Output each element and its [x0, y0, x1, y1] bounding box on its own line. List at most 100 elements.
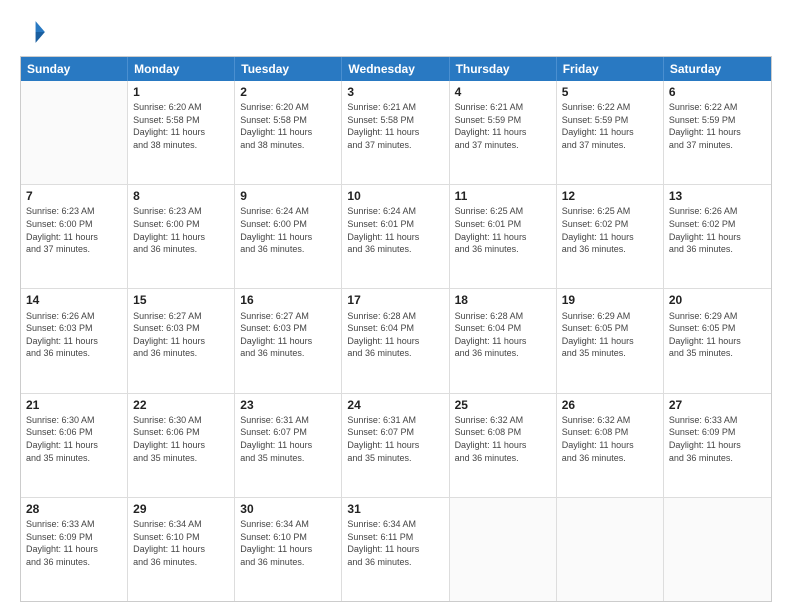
- cal-header-cell: Thursday: [450, 57, 557, 81]
- cell-info: Sunrise: 6:32 AM Sunset: 6:08 PM Dayligh…: [455, 414, 551, 464]
- cal-cell: 17 Sunrise: 6:28 AM Sunset: 6:04 PM Dayli…: [342, 289, 449, 392]
- day-number: 7: [26, 188, 122, 204]
- cell-info: Sunrise: 6:23 AM Sunset: 6:00 PM Dayligh…: [133, 205, 229, 255]
- cal-row: 28Sunrise: 6:33 AM Sunset: 6:09 PM Dayli…: [21, 498, 771, 601]
- cell-info: Sunrise: 6:22 AM Sunset: 5:59 PM Dayligh…: [669, 101, 766, 151]
- day-number: 4: [455, 84, 551, 100]
- cal-header-cell: Wednesday: [342, 57, 449, 81]
- day-number: 2: [240, 84, 336, 100]
- cell-info: Sunrise: 6:31 AM Sunset: 6:07 PM Dayligh…: [347, 414, 443, 464]
- cal-cell: [450, 498, 557, 601]
- day-number: 21: [26, 397, 122, 413]
- day-number: 9: [240, 188, 336, 204]
- cal-row: 7Sunrise: 6:23 AM Sunset: 6:00 PM Daylig…: [21, 185, 771, 289]
- cal-cell: 25Sunrise: 6:32 AM Sunset: 6:08 PM Dayli…: [450, 394, 557, 497]
- cal-cell: 15 Sunrise: 6:27 AM Sunset: 6:03 PM Dayli…: [128, 289, 235, 392]
- cell-info: Sunrise: 6:21 AM Sunset: 5:58 PM Dayligh…: [347, 101, 443, 151]
- cal-header-cell: Sunday: [21, 57, 128, 81]
- logo-icon: [20, 18, 48, 46]
- day-number: 18: [455, 292, 551, 308]
- cal-cell: 20 Sunrise: 6:29 AM Sunset: 6:05 PM Dayli…: [664, 289, 771, 392]
- cal-cell: 6Sunrise: 6:22 AM Sunset: 5:59 PM Daylig…: [664, 81, 771, 184]
- cell-info: Sunrise: 6:22 AM Sunset: 5:59 PM Dayligh…: [562, 101, 658, 151]
- logo: [20, 18, 52, 46]
- day-number: 3: [347, 84, 443, 100]
- cal-cell: [664, 498, 771, 601]
- day-number: 16: [240, 292, 336, 308]
- day-number: 19: [562, 292, 658, 308]
- day-number: 6: [669, 84, 766, 100]
- cal-row: 21Sunrise: 6:30 AM Sunset: 6:06 PM Dayli…: [21, 394, 771, 498]
- header: [20, 18, 772, 46]
- cal-cell: [21, 81, 128, 184]
- cal-cell: 7Sunrise: 6:23 AM Sunset: 6:00 PM Daylig…: [21, 185, 128, 288]
- cal-cell: 27Sunrise: 6:33 AM Sunset: 6:09 PM Dayli…: [664, 394, 771, 497]
- day-number: 12: [562, 188, 658, 204]
- cal-header-cell: Tuesday: [235, 57, 342, 81]
- day-number: 28: [26, 501, 122, 517]
- day-number: 20: [669, 292, 766, 308]
- cal-cell: 5Sunrise: 6:22 AM Sunset: 5:59 PM Daylig…: [557, 81, 664, 184]
- cal-cell: 19Sunrise: 6:29 AM Sunset: 6:05 PM Dayli…: [557, 289, 664, 392]
- cal-header-cell: Saturday: [664, 57, 771, 81]
- cal-row: 1 Sunrise: 6:20 AM Sunset: 5:58 PM Daylig…: [21, 81, 771, 185]
- cal-cell: 29Sunrise: 6:34 AM Sunset: 6:10 PM Dayli…: [128, 498, 235, 601]
- cell-info: Sunrise: 6:28 AM Sunset: 6:04 PM Dayligh…: [455, 310, 551, 360]
- cal-cell: 30Sunrise: 6:34 AM Sunset: 6:10 PM Dayli…: [235, 498, 342, 601]
- cal-cell: 31Sunrise: 6:34 AM Sunset: 6:11 PM Dayli…: [342, 498, 449, 601]
- day-number: 30: [240, 501, 336, 517]
- cell-info: Sunrise: 6:29 AM Sunset: 6:05 PM Dayligh…: [669, 310, 766, 360]
- cal-cell: 11Sunrise: 6:25 AM Sunset: 6:01 PM Dayli…: [450, 185, 557, 288]
- cal-cell: 9Sunrise: 6:24 AM Sunset: 6:00 PM Daylig…: [235, 185, 342, 288]
- cell-info: Sunrise: 6:30 AM Sunset: 6:06 PM Dayligh…: [26, 414, 122, 464]
- calendar-body: 1 Sunrise: 6:20 AM Sunset: 5:58 PM Daylig…: [21, 81, 771, 601]
- day-number: 17: [347, 292, 443, 308]
- day-number: 14: [26, 292, 122, 308]
- cal-cell: 13Sunrise: 6:26 AM Sunset: 6:02 PM Dayli…: [664, 185, 771, 288]
- cell-info: Sunrise: 6:20 AM Sunset: 5:58 PM Dayligh…: [240, 101, 336, 151]
- cal-cell: 26Sunrise: 6:32 AM Sunset: 6:08 PM Dayli…: [557, 394, 664, 497]
- day-number: 5: [562, 84, 658, 100]
- cal-cell: 1Sunrise: 6:20 AM Sunset: 5:58 PM Daylig…: [128, 81, 235, 184]
- day-number: 31: [347, 501, 443, 517]
- day-number: 13: [669, 188, 766, 204]
- cal-cell: 4Sunrise: 6:21 AM Sunset: 5:59 PM Daylig…: [450, 81, 557, 184]
- cal-cell: 23Sunrise: 6:31 AM Sunset: 6:07 PM Dayli…: [235, 394, 342, 497]
- cell-info: Sunrise: 6:31 AM Sunset: 6:07 PM Dayligh…: [240, 414, 336, 464]
- cell-info: Sunrise: 6:24 AM Sunset: 6:00 PM Dayligh…: [240, 205, 336, 255]
- cal-cell: 8Sunrise: 6:23 AM Sunset: 6:00 PM Daylig…: [128, 185, 235, 288]
- cal-cell: 21Sunrise: 6:30 AM Sunset: 6:06 PM Dayli…: [21, 394, 128, 497]
- cal-cell: 18 Sunrise: 6:28 AM Sunset: 6:04 PM Dayli…: [450, 289, 557, 392]
- day-number: 15: [133, 292, 229, 308]
- cell-info: Sunrise: 6:27 AM Sunset: 6:03 PM Dayligh…: [133, 310, 229, 360]
- calendar-header-row: SundayMondayTuesdayWednesdayThursdayFrid…: [21, 57, 771, 81]
- cell-info: Sunrise: 6:24 AM Sunset: 6:01 PM Dayligh…: [347, 205, 443, 255]
- cell-info: Sunrise: 6:33 AM Sunset: 6:09 PM Dayligh…: [669, 414, 766, 464]
- cell-info: Sunrise: 6:33 AM Sunset: 6:09 PM Dayligh…: [26, 518, 122, 568]
- calendar: SundayMondayTuesdayWednesdayThursdayFrid…: [20, 56, 772, 602]
- cal-cell: 2Sunrise: 6:20 AM Sunset: 5:58 PM Daylig…: [235, 81, 342, 184]
- cell-info: Sunrise: 6:21 AM Sunset: 5:59 PM Dayligh…: [455, 101, 551, 151]
- cal-header-cell: Monday: [128, 57, 235, 81]
- cell-info: Sunrise: 6:30 AM Sunset: 6:06 PM Dayligh…: [133, 414, 229, 464]
- day-number: 10: [347, 188, 443, 204]
- cell-info: Sunrise: 6:25 AM Sunset: 6:01 PM Dayligh…: [455, 205, 551, 255]
- cell-info: Sunrise: 6:34 AM Sunset: 6:10 PM Dayligh…: [133, 518, 229, 568]
- cell-info: Sunrise: 6:28 AM Sunset: 6:04 PM Dayligh…: [347, 310, 443, 360]
- day-number: 8: [133, 188, 229, 204]
- cell-info: Sunrise: 6:32 AM Sunset: 6:08 PM Dayligh…: [562, 414, 658, 464]
- cal-cell: 22Sunrise: 6:30 AM Sunset: 6:06 PM Dayli…: [128, 394, 235, 497]
- cal-cell: 3Sunrise: 6:21 AM Sunset: 5:58 PM Daylig…: [342, 81, 449, 184]
- cal-cell: 16Sunrise: 6:27 AM Sunset: 6:03 PM Dayli…: [235, 289, 342, 392]
- day-number: 29: [133, 501, 229, 517]
- cell-info: Sunrise: 6:23 AM Sunset: 6:00 PM Dayligh…: [26, 205, 122, 255]
- day-number: 1: [133, 84, 229, 100]
- cell-info: Sunrise: 6:34 AM Sunset: 6:10 PM Dayligh…: [240, 518, 336, 568]
- day-number: 26: [562, 397, 658, 413]
- day-number: 25: [455, 397, 551, 413]
- cal-cell: 12Sunrise: 6:25 AM Sunset: 6:02 PM Dayli…: [557, 185, 664, 288]
- cell-info: Sunrise: 6:34 AM Sunset: 6:11 PM Dayligh…: [347, 518, 443, 568]
- cal-row: 14Sunrise: 6:26 AM Sunset: 6:03 PM Dayli…: [21, 289, 771, 393]
- page: SundayMondayTuesdayWednesdayThursdayFrid…: [0, 0, 792, 612]
- day-number: 11: [455, 188, 551, 204]
